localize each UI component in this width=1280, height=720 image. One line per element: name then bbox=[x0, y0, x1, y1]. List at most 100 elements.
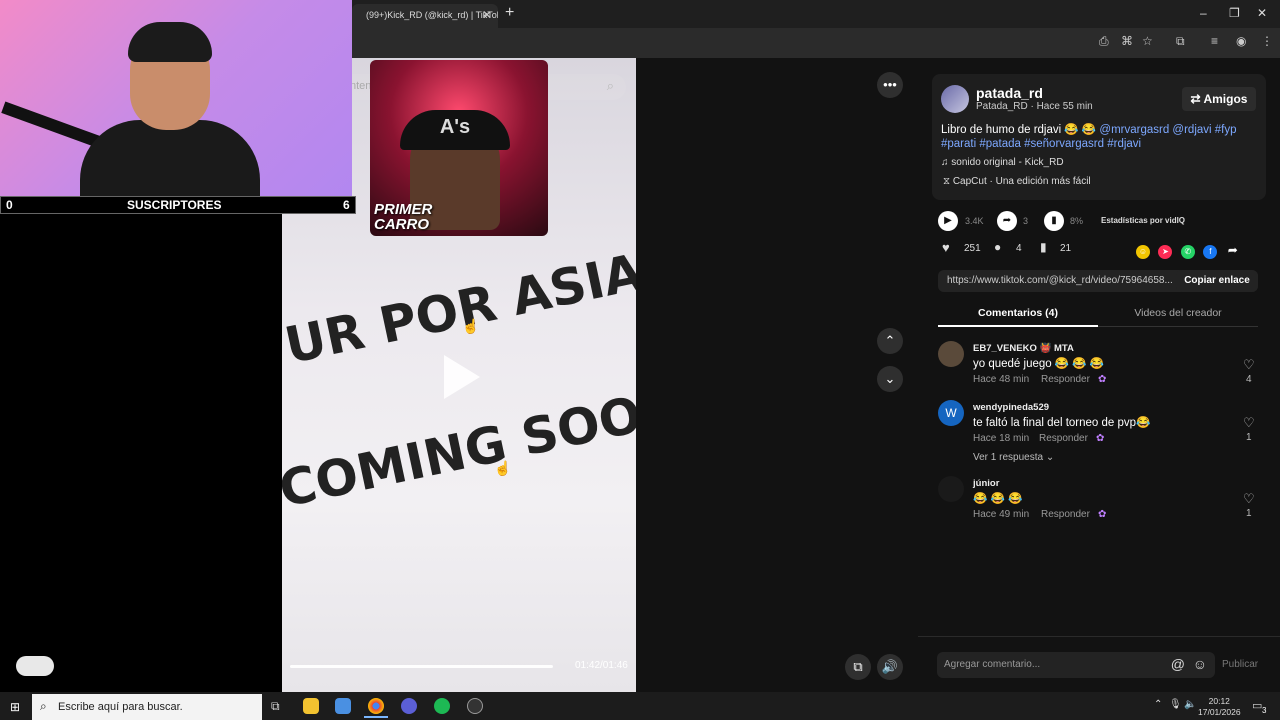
share-circle-icon: ➦ bbox=[997, 211, 1017, 231]
play-icon[interactable] bbox=[444, 355, 480, 399]
capcut-link[interactable]: ⧖ CapCut · Una edición más fácil bbox=[943, 176, 1091, 187]
comment-like-count: 4 bbox=[1246, 374, 1252, 385]
vidiq-stats-button[interactable]: ▮ bbox=[1044, 210, 1064, 231]
minimize-button[interactable]: – bbox=[1200, 6, 1207, 20]
bookmark-star-icon[interactable]: ☆ bbox=[1142, 34, 1153, 48]
vidiq-play-button[interactable]: ▶ bbox=[938, 210, 958, 231]
play-circle-icon: ▶ bbox=[938, 211, 958, 231]
comment-author[interactable]: júnior bbox=[973, 478, 999, 489]
tab-close-icon[interactable]: ✕ bbox=[482, 8, 492, 22]
author-username[interactable]: patada_rd bbox=[976, 85, 1043, 101]
reply-button[interactable]: Responder bbox=[1041, 374, 1090, 385]
pip-icon[interactable]: ⧉ bbox=[845, 654, 871, 680]
facebook-icon[interactable]: f bbox=[1203, 245, 1218, 259]
bookmark-icon[interactable]: ▮ bbox=[1040, 240, 1047, 254]
author-avatar[interactable] bbox=[941, 85, 969, 113]
progress-fill bbox=[290, 665, 553, 668]
comment-avatar[interactable]: W bbox=[938, 400, 964, 426]
save-count: 21 bbox=[1060, 243, 1072, 254]
restore-button[interactable]: ❐ bbox=[1229, 6, 1240, 20]
stat-shares-small: 3 bbox=[1023, 216, 1029, 226]
comment-like-count: 1 bbox=[1246, 508, 1252, 519]
comment-bubble-icon[interactable]: ● bbox=[994, 240, 1001, 254]
active-app-indicator bbox=[364, 716, 388, 718]
windows-start-icon[interactable]: ⊞ bbox=[10, 700, 20, 714]
author-subline: Patada_RD · Hace 55 min bbox=[976, 101, 1093, 112]
more-share-icon[interactable]: ➦ bbox=[1226, 243, 1240, 257]
volume-icon[interactable]: 🔊 bbox=[877, 654, 903, 680]
whatsapp-icon[interactable]: ✆ bbox=[1180, 245, 1195, 259]
description-tags-1[interactable]: @mrvargasrd @rdjavi #fyp bbox=[1099, 124, 1236, 136]
mention-icon[interactable]: @ bbox=[1171, 656, 1185, 672]
comment-like-icon[interactable]: ♡ bbox=[1243, 415, 1255, 431]
friends-button[interactable]: ⇄ Amigos bbox=[1182, 87, 1256, 111]
comment-author[interactable]: EB7_VENEKO 👹 MTA bbox=[973, 343, 1074, 354]
comment-like-icon[interactable]: ♡ bbox=[1243, 491, 1255, 507]
publish-button[interactable]: Publicar bbox=[1222, 659, 1258, 670]
comment-text: yo quedé juego 😂 😂 😂 bbox=[973, 358, 1105, 370]
chrome-icon[interactable] bbox=[368, 698, 384, 714]
send-share-icon[interactable]: ➤ bbox=[1158, 245, 1173, 259]
description-tags-2[interactable]: #parati #patada #señorvargasrd #rdjavi bbox=[941, 138, 1141, 150]
comment-author[interactable]: wendypineda529 bbox=[973, 402, 1049, 413]
reply-button[interactable]: Responder bbox=[1039, 433, 1088, 444]
stat-percent: 8% bbox=[1070, 216, 1084, 226]
inset-stream-frame: A's PRIMER CARRO bbox=[370, 60, 548, 236]
tray-chevron-icon[interactable]: ⌃ bbox=[1154, 699, 1162, 710]
search-icon[interactable]: ⌕ bbox=[607, 78, 614, 94]
emoji-icon[interactable]: ☺ bbox=[1193, 656, 1207, 672]
next-video-icon[interactable]: ⌄ bbox=[877, 366, 903, 392]
tab-comments[interactable]: Comentarios (4) bbox=[938, 307, 1098, 319]
app-icon[interactable] bbox=[401, 698, 417, 714]
comment-input[interactable]: Agregar comentario... @ ☺ bbox=[937, 652, 1215, 678]
file-explorer-icon[interactable] bbox=[303, 698, 319, 714]
comment-time: Hace 18 min bbox=[973, 433, 1030, 444]
task-view-icon[interactable]: ⧉ bbox=[271, 699, 280, 714]
speaker-icon[interactable]: 🔈 bbox=[1184, 699, 1196, 710]
comment-time: Hace 48 min bbox=[973, 374, 1030, 385]
extensions-icon[interactable]: ⧉ bbox=[1176, 34, 1185, 49]
system-clock[interactable]: 20:12 17/01/2026 bbox=[1198, 696, 1241, 718]
previous-video-icon[interactable]: ⌃ bbox=[877, 328, 903, 354]
emoji-share-icon[interactable]: ☺ bbox=[1136, 245, 1150, 259]
comment-like-icon[interactable]: ♡ bbox=[1243, 357, 1255, 373]
notifications-icon[interactable]: ▭ bbox=[1252, 699, 1262, 712]
reply-button[interactable]: Responder bbox=[1041, 509, 1090, 520]
subs-left-count: 0 bbox=[6, 198, 13, 212]
inset-caption-line-2: CARRO bbox=[374, 216, 429, 233]
taskbar-search[interactable]: ⌕ Escribe aquí para buscar. bbox=[32, 694, 262, 720]
new-tab-button[interactable]: + bbox=[505, 4, 514, 22]
copy-link-button[interactable]: Copiar enlace bbox=[1176, 270, 1258, 292]
sidebar-tabs: Comentarios (4) Videos del creador bbox=[938, 303, 1258, 327]
like-heart-icon[interactable]: ♥ bbox=[942, 240, 950, 255]
comment-like-count: 1 bbox=[1246, 432, 1252, 443]
install-app-icon[interactable]: ⎙ bbox=[1099, 34, 1109, 49]
reaction-icon[interactable]: ✿ bbox=[1098, 509, 1106, 520]
share-targets: ☺ ➤ ✆ f ➦ bbox=[1136, 241, 1240, 259]
sound-link[interactable]: ♫ sonido original - Kick_RD bbox=[941, 157, 1064, 168]
profile-avatar-icon[interactable]: ◉ bbox=[1236, 34, 1246, 48]
description-text: Libro de humo de rdjavi 😂 😂 bbox=[941, 124, 1100, 136]
translate-icon[interactable]: ⌘ bbox=[1121, 34, 1133, 48]
tab-creator-videos[interactable]: Videos del creador bbox=[1098, 307, 1258, 319]
comment-text: te faltó la final del torneo de pvp😂 bbox=[973, 417, 1151, 429]
media-control-icon[interactable]: ≡ bbox=[1211, 34, 1218, 48]
inset-caption: PRIMER CARRO bbox=[374, 202, 432, 232]
store-icon[interactable] bbox=[335, 698, 351, 714]
reaction-icon[interactable]: ✿ bbox=[1096, 433, 1104, 444]
inset-cap-logo: A's bbox=[400, 110, 510, 150]
browser-tab[interactable]: (99+)Kick_RD (@kick_rd) | TikTok ✕ bbox=[352, 4, 498, 28]
browser-menu-icon[interactable]: ⋮ bbox=[1261, 34, 1273, 48]
close-window-button[interactable]: ✕ bbox=[1257, 6, 1267, 20]
obs-icon[interactable] bbox=[467, 698, 483, 714]
microphone-icon[interactable]: 🎙 bbox=[1169, 699, 1182, 710]
more-options-icon[interactable]: ••• bbox=[877, 72, 903, 98]
spotify-icon[interactable] bbox=[434, 698, 450, 714]
comment-avatar[interactable] bbox=[938, 476, 964, 502]
floating-widget-icon[interactable] bbox=[16, 656, 54, 676]
view-replies-button[interactable]: Ver 1 respuesta ⌄ bbox=[973, 452, 1054, 463]
reaction-icon[interactable]: ✿ bbox=[1098, 374, 1106, 385]
vidiq-share-button[interactable]: ➦ bbox=[997, 210, 1017, 231]
comment-avatar[interactable] bbox=[938, 341, 964, 367]
streamer-hair bbox=[128, 22, 212, 62]
